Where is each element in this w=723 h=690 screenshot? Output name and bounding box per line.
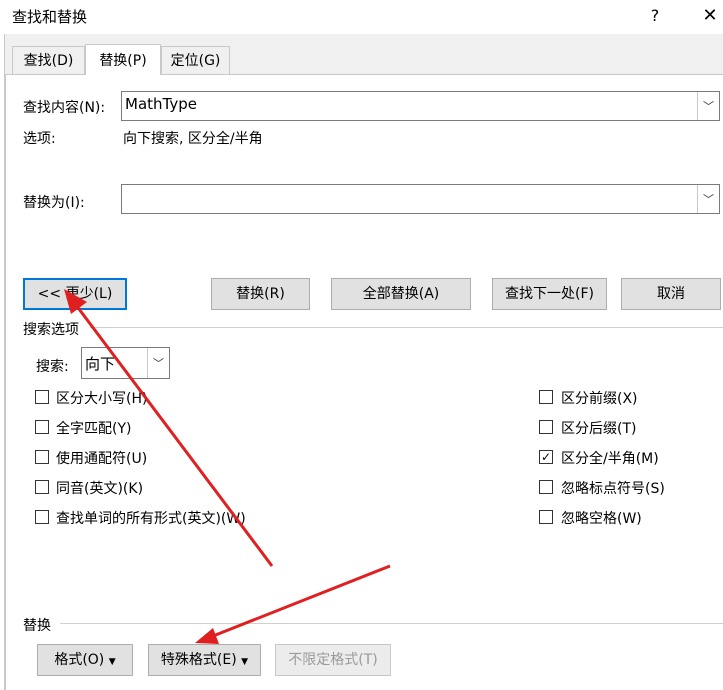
checkbox-box[interactable] (35, 510, 49, 524)
cancel-button[interactable]: 取消 (621, 278, 721, 310)
find-next-button[interactable]: 查找下一处(F) (492, 278, 607, 310)
checkmark-icon[interactable]: ✓ (539, 450, 553, 464)
replace-section-divider (60, 623, 723, 624)
tab-find[interactable]: 查找(D) (12, 46, 85, 74)
replace-label: 替换为(I): (23, 195, 85, 211)
caret-down-icon: ▼ (241, 657, 249, 667)
format-button[interactable]: 格式(O) ▼ (37, 644, 133, 676)
caret-down-icon: ▼ (108, 657, 116, 667)
find-dropdown-icon[interactable]: ﹀ (697, 92, 719, 120)
checkbox-box[interactable] (35, 390, 49, 404)
close-icon[interactable]: ✕ (699, 4, 721, 28)
replace-section-title: 替换 (23, 615, 55, 635)
dialog-title: 查找和替换 (12, 8, 88, 26)
replace-all-button[interactable]: 全部替换(A) (331, 278, 471, 310)
tab-panel (5, 75, 723, 690)
checkbox-box[interactable] (539, 390, 553, 404)
title-bar (0, 0, 723, 34)
less-button[interactable]: << 更少(L) (23, 278, 127, 310)
tab-replace[interactable]: 替换(P) (85, 44, 161, 75)
replace-input[interactable]: ﹀ (121, 184, 720, 214)
search-options-title: 搜索选项 (23, 319, 83, 339)
help-button[interactable]: ? (643, 4, 667, 28)
checkbox-box[interactable] (539, 420, 553, 434)
replace-button[interactable]: 替换(R) (211, 278, 310, 310)
tab-goto[interactable]: 定位(G) (161, 46, 230, 74)
options-label: 选项: (23, 131, 56, 147)
find-label: 查找内容(N): (23, 100, 106, 116)
search-options-divider (90, 327, 723, 328)
find-value: MathType (125, 95, 197, 113)
no-formatting-button: 不限定格式(T) (275, 644, 391, 676)
search-direction-label: 搜索: (36, 359, 69, 375)
checkbox-box[interactable] (35, 480, 49, 494)
search-direction-dropdown-icon[interactable]: ﹀ (147, 348, 169, 378)
checkbox-box[interactable] (539, 480, 553, 494)
search-direction-select[interactable]: 向下 ﹀ (81, 347, 170, 379)
checkbox-box[interactable] (539, 510, 553, 524)
options-value: 向下搜索, 区分全/半角 (123, 131, 263, 147)
search-direction-value: 向下 (85, 355, 116, 373)
special-format-button[interactable]: 特殊格式(E) ▼ (148, 644, 261, 676)
replace-dropdown-icon[interactable]: ﹀ (697, 185, 719, 213)
checkbox-box[interactable] (35, 450, 49, 464)
checkbox-box[interactable] (35, 420, 49, 434)
find-input[interactable]: MathType ﹀ (121, 91, 720, 121)
